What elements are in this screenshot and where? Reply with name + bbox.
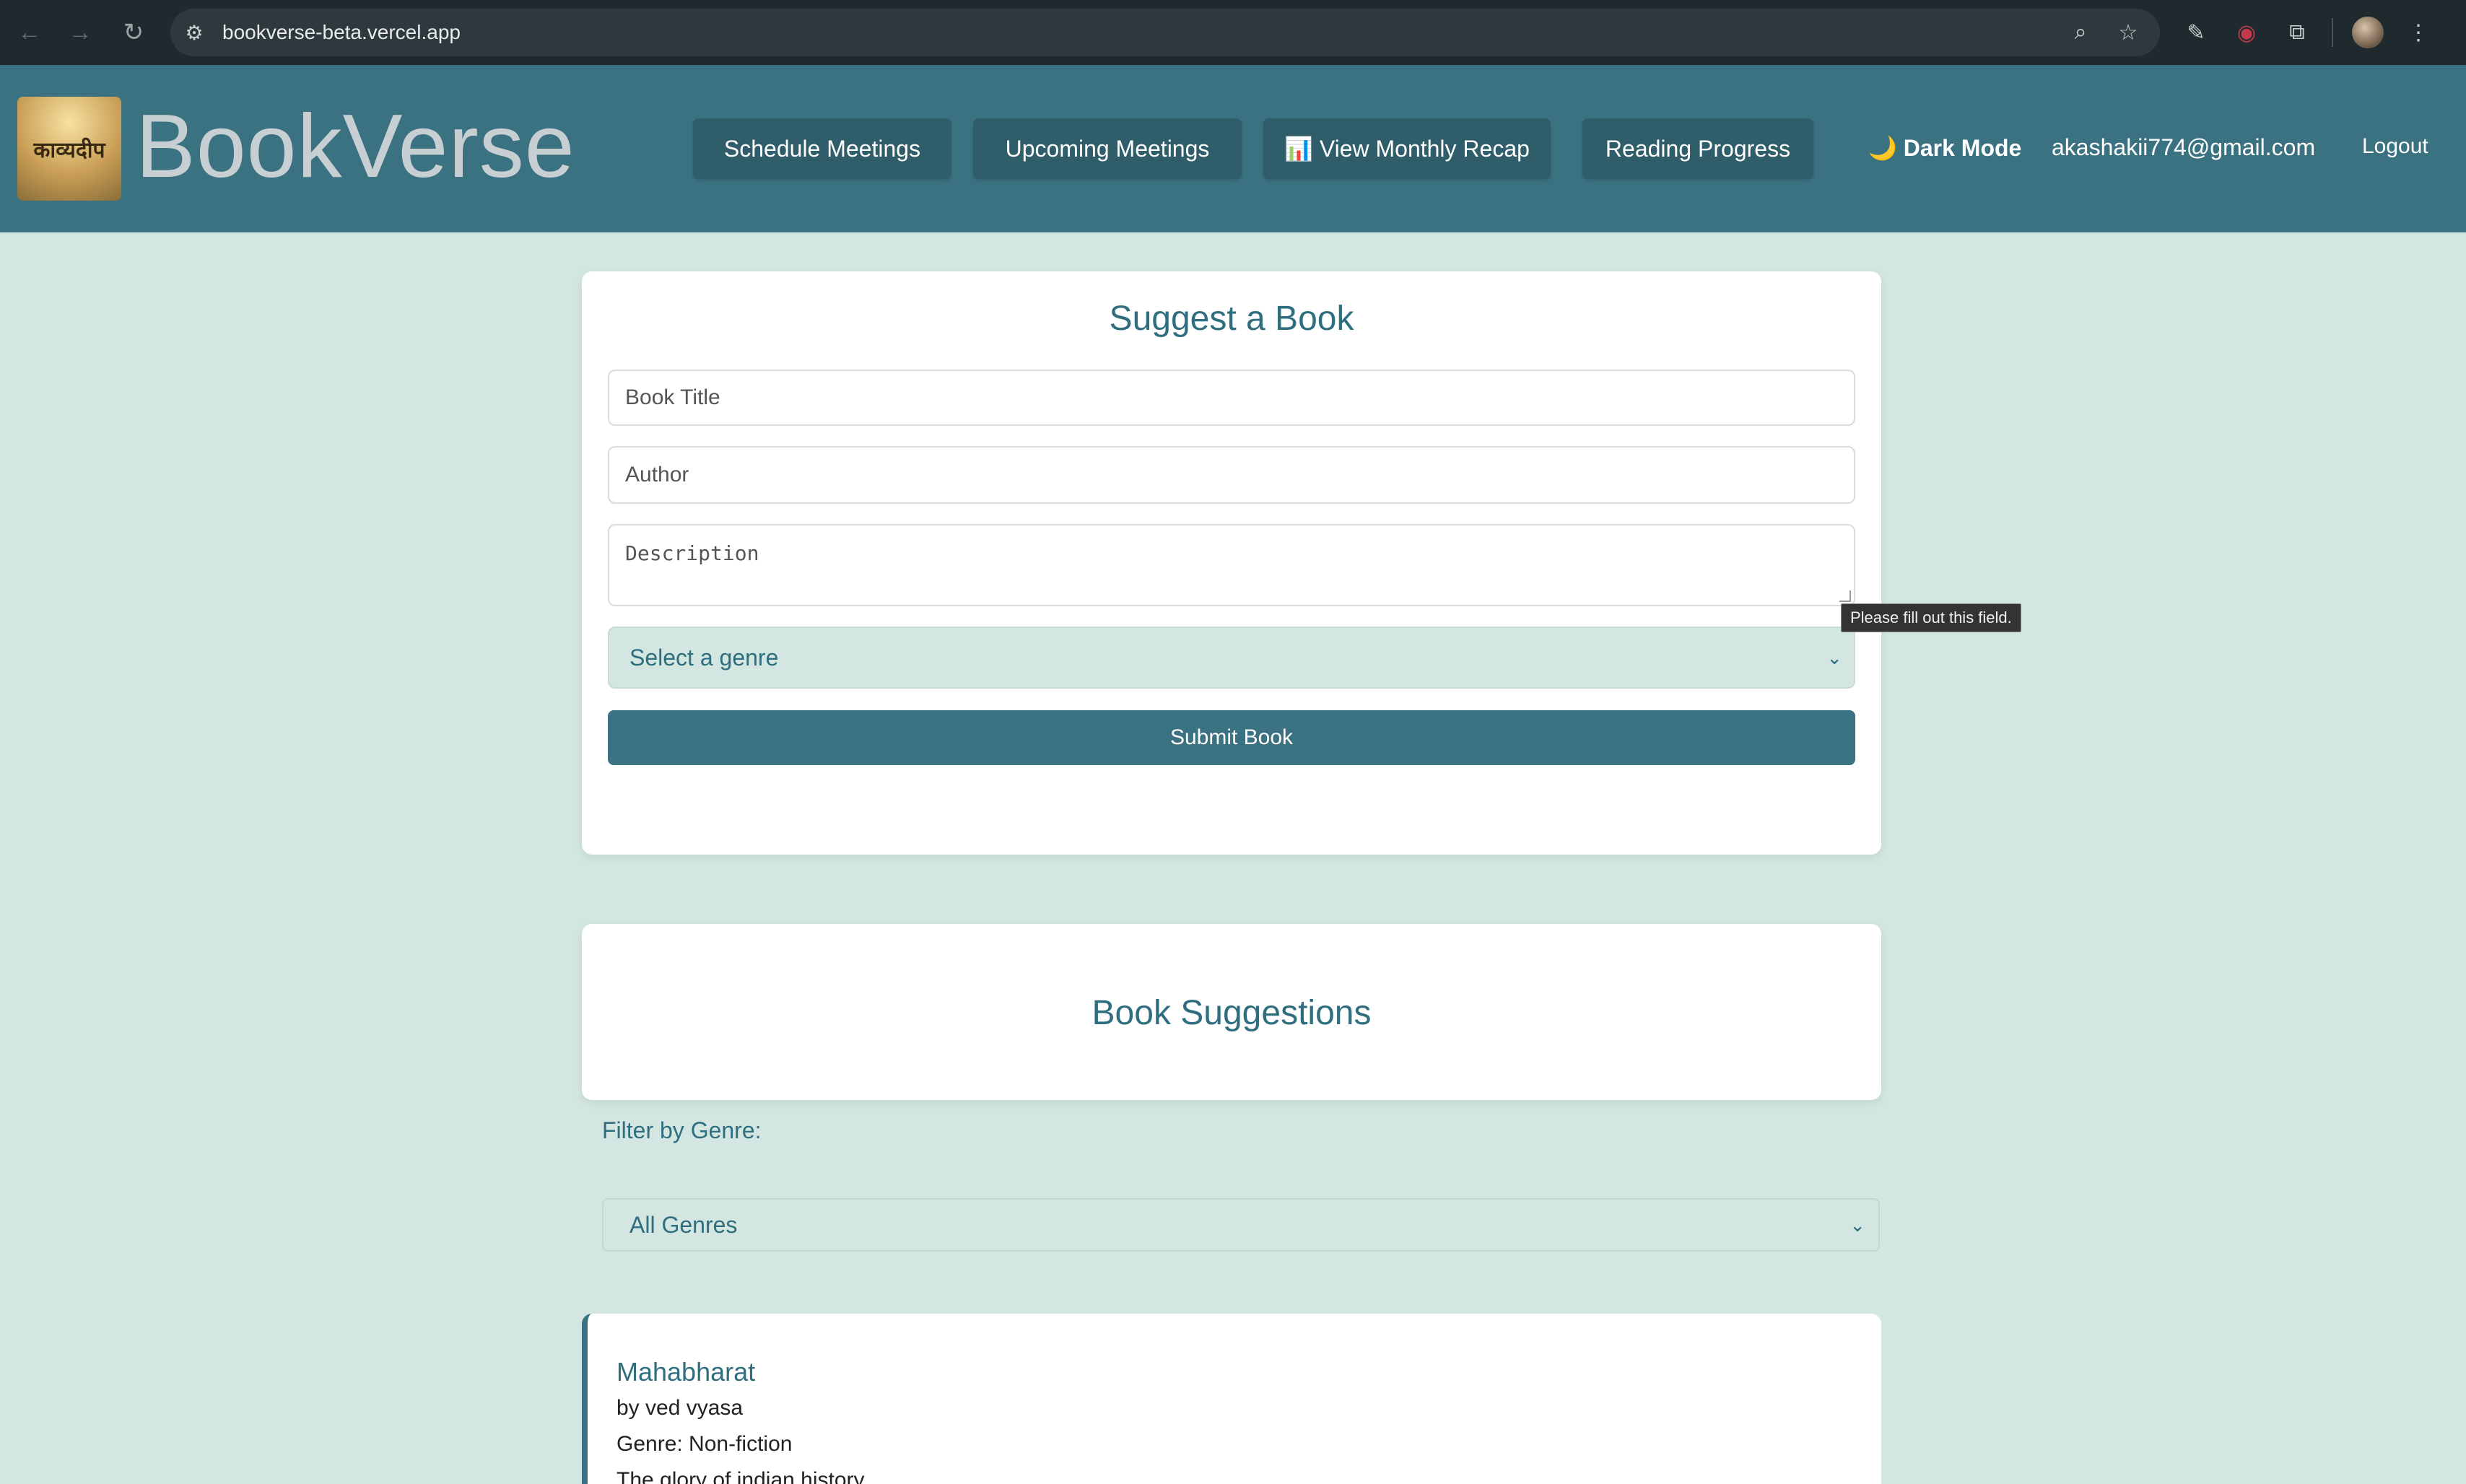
browser-toolbar: ← → ↻ ⚙ bookverse-beta.vercel.app ⌕ ☆ ✎ … (0, 0, 2466, 65)
site-info-icon[interactable]: ⚙ (170, 9, 218, 56)
book-title-placeholder: Book Title (625, 385, 720, 409)
genre-filter-value: All Genres (629, 1211, 738, 1238)
suggest-book-card: Suggest a Book Book Title Author Descrip… (582, 271, 1881, 855)
resize-grip-icon[interactable] (1839, 590, 1851, 602)
pen-extension-icon[interactable]: ✎ (2180, 17, 2212, 48)
puzzle-extensions-icon[interactable]: ⧉ (2281, 17, 2313, 48)
back-icon[interactable]: ← (4, 7, 55, 58)
book-suggestions-title: Book Suggestions (1092, 994, 1372, 1032)
user-email: akashakii774@gmail.com (2052, 134, 2316, 160)
book-genre: Genre: Non-fiction (616, 1432, 793, 1456)
dark-mode-toggle[interactable]: 🌙 Dark Mode (1868, 134, 2021, 162)
reload-icon[interactable]: ↻ (108, 7, 159, 58)
app-logo[interactable]: काव्यदीप (17, 97, 121, 201)
brand-title[interactable]: BookVerse (136, 95, 575, 198)
genre-filter-select[interactable]: All Genres ⌄ (602, 1198, 1880, 1252)
chevron-down-icon: ⌄ (1850, 1214, 1865, 1236)
menu-kebab-icon[interactable]: ⋮ (2402, 17, 2434, 48)
book-title: Mahabharat (616, 1357, 756, 1387)
description-textarea[interactable]: Description (608, 524, 1855, 606)
validation-tooltip: Please fill out this field. (1841, 603, 2021, 632)
genre-select-value: Select a genre (629, 644, 779, 671)
forward-icon[interactable]: → (55, 7, 105, 58)
app-header: काव्यदीप BookVerse Schedule Meetings Upc… (0, 65, 2466, 232)
filter-by-genre-label: Filter by Genre: (602, 1117, 762, 1143)
book-title-input[interactable]: Book Title (608, 370, 1855, 426)
nav-upcoming-meetings[interactable]: Upcoming Meetings (973, 118, 1242, 179)
nav-schedule-meetings[interactable]: Schedule Meetings (693, 118, 951, 179)
book-suggestions-card: Book Suggestions (582, 924, 1881, 1100)
record-extension-icon[interactable]: ◉ (2231, 17, 2262, 48)
suggest-book-title: Suggest a Book (1109, 300, 1354, 338)
book-author: by ved vyasa (616, 1396, 744, 1420)
profile-avatar[interactable] (2352, 17, 2384, 48)
chevron-down-icon: ⌄ (1826, 647, 1842, 668)
nav-reading-progress[interactable]: Reading Progress (1582, 118, 1813, 179)
description-placeholder: Description (625, 541, 759, 565)
address-bar[interactable]: ⚙ bookverse-beta.vercel.app ⌕ ☆ (170, 9, 2160, 56)
star-icon[interactable]: ☆ (2112, 17, 2144, 48)
genre-select[interactable]: Select a genre ⌄ (608, 627, 1855, 689)
logo-text: काव्यदीप (33, 137, 105, 163)
nav-monthly-recap[interactable]: 📊 View Monthly Recap (1263, 118, 1551, 179)
zoom-icon[interactable]: ⌕ (2065, 17, 2096, 48)
toolbar-divider (2332, 18, 2333, 47)
author-input[interactable]: Author (608, 446, 1855, 504)
logout-button[interactable]: Logout (2362, 134, 2428, 159)
book-description: The glory of indian history (616, 1468, 865, 1484)
book-suggestion-item: Mahabharat by ved vyasa Genre: Non-ficti… (582, 1314, 1881, 1484)
submit-book-button[interactable]: Submit Book (608, 710, 1855, 765)
author-placeholder: Author (625, 463, 689, 486)
url-text[interactable]: bookverse-beta.vercel.app (222, 21, 461, 44)
